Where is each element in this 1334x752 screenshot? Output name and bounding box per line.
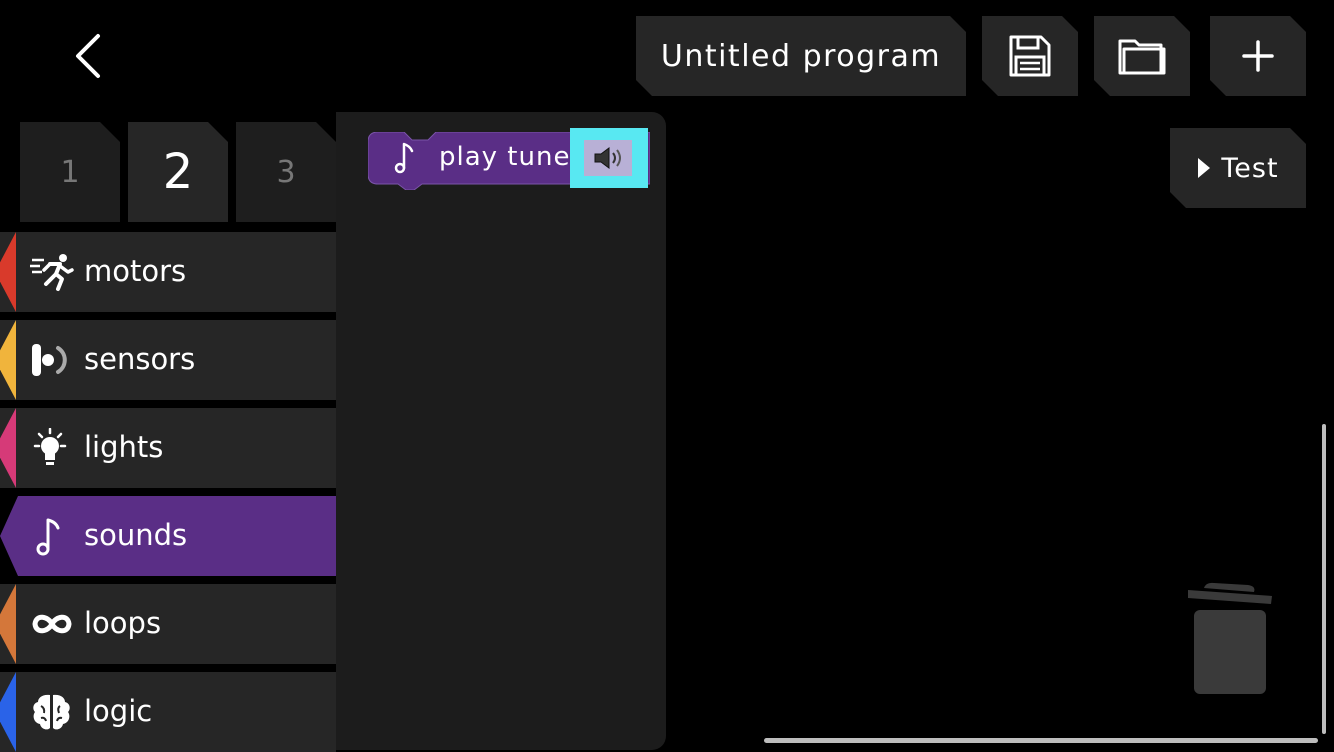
category-label: motors <box>84 254 187 288</box>
sound-selector[interactable] <box>570 128 648 188</box>
category-sensors[interactable]: sensors <box>0 320 336 400</box>
running-person-icon <box>30 254 74 291</box>
save-button[interactable] <box>982 16 1078 96</box>
plus-icon <box>1240 38 1276 74</box>
category-color-tag <box>0 320 16 400</box>
program-title: Untitled program <box>660 38 942 74</box>
horizontal-scrollbar[interactable] <box>764 738 1318 743</box>
category-lights[interactable]: lights <box>0 408 336 488</box>
vertical-scrollbar[interactable] <box>1322 424 1326 734</box>
category-color-tag <box>0 584 16 664</box>
folder-icon <box>1117 35 1167 77</box>
page-tab-label: 2 <box>162 144 194 200</box>
category-label: lights <box>84 430 164 464</box>
page-tab-label: 1 <box>60 154 80 190</box>
page-tab-2[interactable]: 2 <box>128 122 228 222</box>
play-triangle-icon <box>1197 157 1211 179</box>
infinity-icon <box>32 614 72 634</box>
category-color-tag <box>0 408 16 488</box>
category-label: sounds <box>84 518 188 552</box>
category-color-tag <box>0 232 16 312</box>
new-program-button[interactable] <box>1210 16 1306 96</box>
program-title-button[interactable]: Untitled program <box>636 16 966 96</box>
brain-icon <box>33 694 70 730</box>
floppy-disk-icon <box>1007 33 1053 79</box>
category-sounds[interactable]: sounds <box>0 496 336 576</box>
category-label: sensors <box>84 342 196 376</box>
trash-can-icon[interactable] <box>1184 580 1280 698</box>
category-loops[interactable]: loops <box>0 584 336 664</box>
sound-selector-preview <box>584 140 632 176</box>
page-tab-3[interactable]: 3 <box>236 122 336 222</box>
speaker-icon <box>594 147 621 169</box>
category-label: loops <box>84 606 162 640</box>
sensor-icon <box>32 344 67 376</box>
music-note-icon <box>36 518 60 556</box>
category-motors[interactable]: motors <box>0 232 336 312</box>
page-tab-1[interactable]: 1 <box>20 122 120 222</box>
lightbulb-icon <box>33 428 67 465</box>
open-folder-button[interactable] <box>1094 16 1190 96</box>
page-tab-label: 3 <box>276 154 296 190</box>
category-logic[interactable]: logic <box>0 672 336 752</box>
test-label: Test <box>1221 152 1279 184</box>
chevron-left-icon <box>76 34 100 78</box>
block-palette <box>336 112 666 750</box>
back-button[interactable] <box>58 26 118 86</box>
category-color-tag <box>0 672 16 752</box>
play-tune-label: play tune <box>439 142 571 172</box>
test-button[interactable]: Test <box>1170 128 1306 208</box>
category-label: logic <box>84 694 153 728</box>
